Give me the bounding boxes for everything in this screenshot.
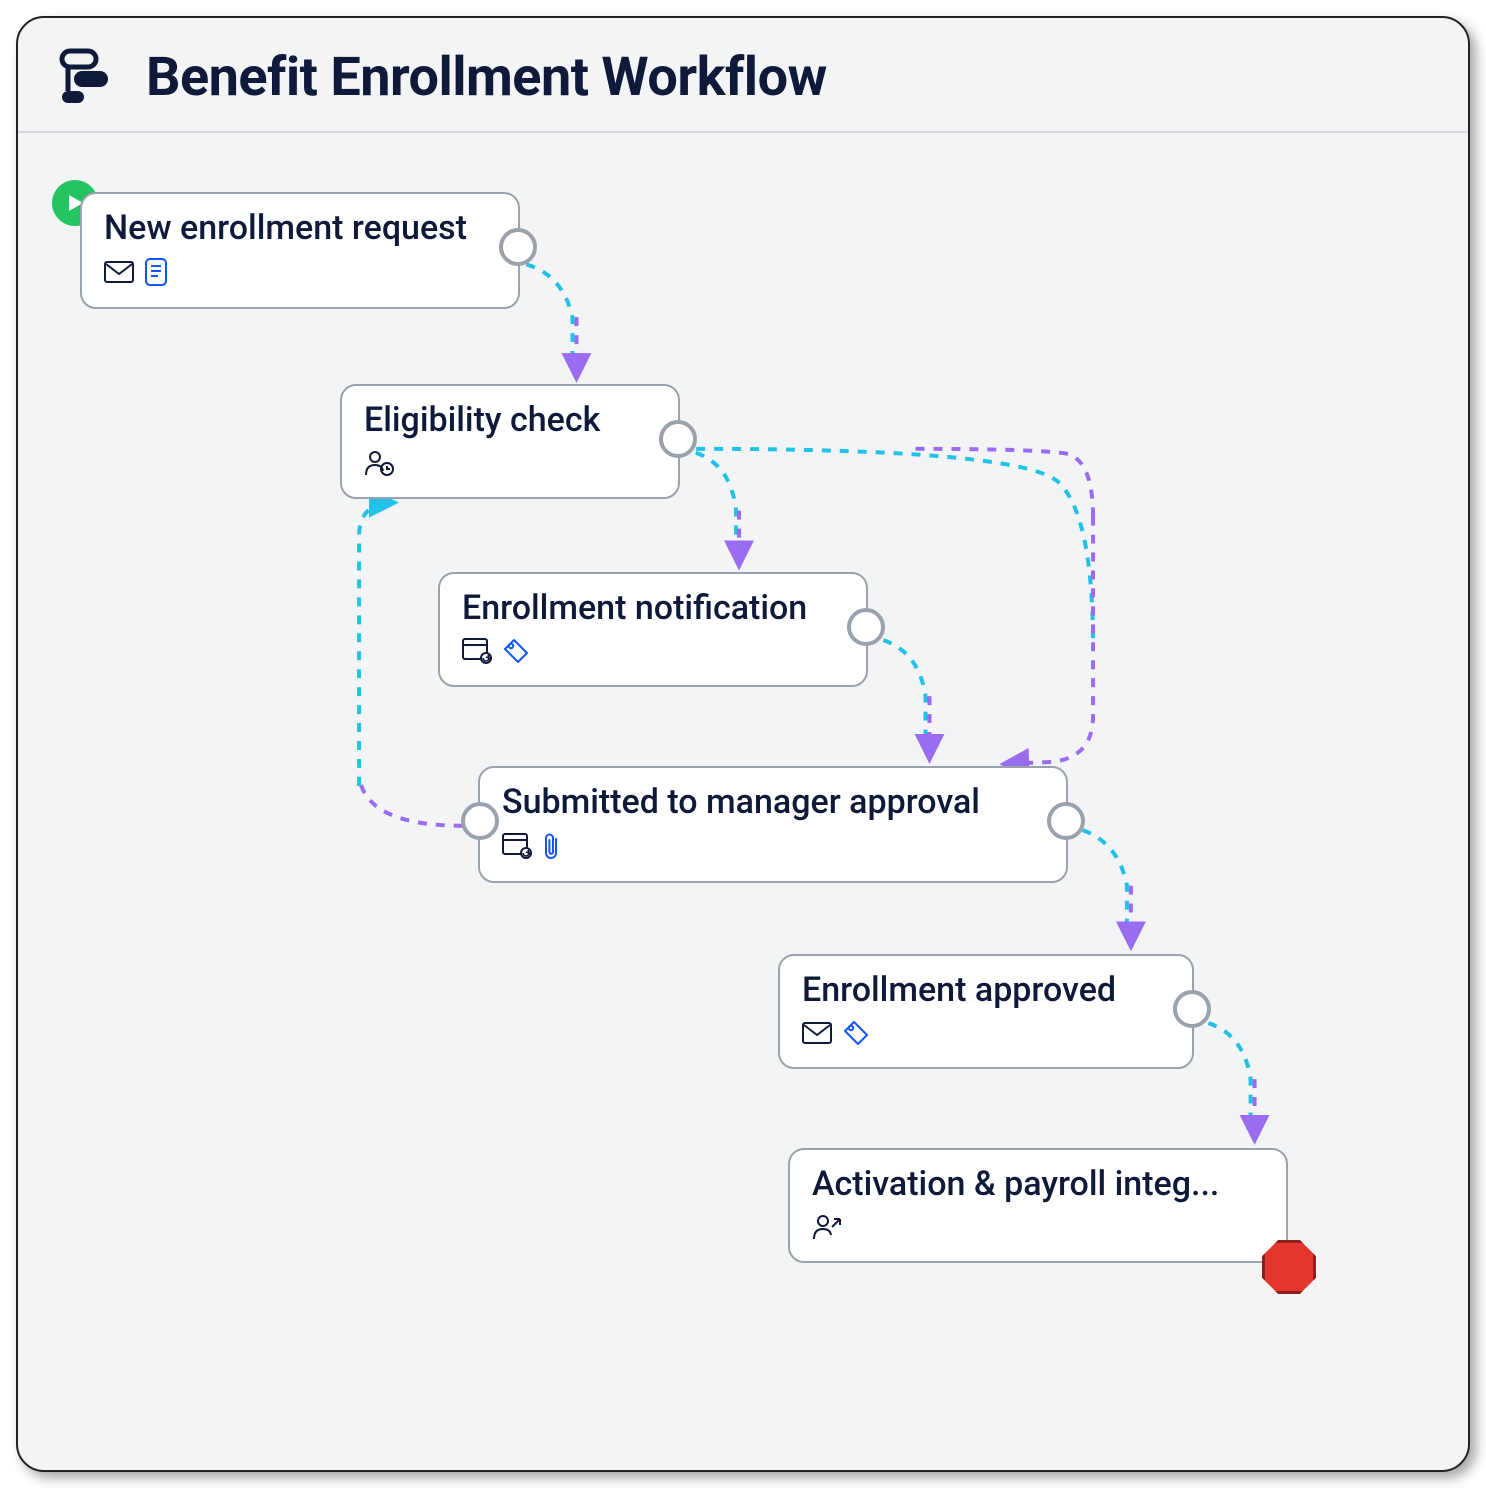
- mail-icon: [802, 1021, 832, 1049]
- edge-n4-n5-cyan: [1065, 826, 1127, 926]
- mail-icon: [104, 260, 134, 288]
- node-icons: [104, 257, 496, 291]
- node-label: Enrollment notification: [462, 588, 844, 629]
- webform-add-icon: [502, 833, 532, 863]
- person-share-icon: [812, 1213, 842, 1245]
- node-icons: [812, 1213, 1264, 1245]
- person-clock-icon: [364, 449, 394, 481]
- node-icons: [462, 637, 844, 669]
- node-label: Eligibility check: [364, 400, 656, 441]
- edge-n5-n6-cyan: [1191, 1019, 1251, 1119]
- tag-icon: [842, 1019, 870, 1051]
- edge-n2-n4-purple: [916, 449, 1094, 764]
- node-enrollment-notification[interactable]: Enrollment notification: [438, 572, 868, 687]
- node-out-port[interactable]: [1047, 802, 1085, 840]
- node-return-port[interactable]: [461, 802, 499, 840]
- edge-n3-n4-cyan: [866, 636, 926, 736]
- panel-title: Benefit Enrollment Workflow: [146, 46, 827, 109]
- edge-n4-n2-cyan: [359, 503, 393, 786]
- workflow-icon: [58, 47, 122, 109]
- node-icons: [502, 831, 1044, 865]
- node-icons: [364, 449, 656, 481]
- node-label: Enrollment approved: [802, 970, 1170, 1011]
- node-label: New enrollment request: [104, 208, 496, 249]
- node-label: Activation & payroll integ...: [812, 1164, 1264, 1205]
- edge-n2-n3-cyan: [678, 449, 736, 545]
- node-submitted-manager-approval[interactable]: Submitted to manager approval: [478, 766, 1068, 883]
- node-enrollment-approved[interactable]: Enrollment approved: [778, 954, 1194, 1069]
- node-out-port[interactable]: [499, 228, 537, 266]
- node-out-port[interactable]: [659, 420, 697, 458]
- webform-add-icon: [462, 638, 492, 668]
- node-eligibility-check[interactable]: Eligibility check: [340, 384, 680, 499]
- node-out-port[interactable]: [1173, 990, 1211, 1028]
- form-icon: [144, 257, 168, 291]
- node-label: Submitted to manager approval: [502, 782, 1044, 823]
- node-new-enrollment-request[interactable]: New enrollment request: [80, 192, 520, 309]
- tag-icon: [502, 637, 530, 669]
- paperclip-icon: [542, 831, 562, 865]
- workflow-panel: Benefit Enrollment Workflow: [16, 16, 1470, 1472]
- node-activation-payroll-integration[interactable]: Activation & payroll integ...: [788, 1148, 1288, 1263]
- node-out-port[interactable]: [847, 608, 885, 646]
- panel-header: Benefit Enrollment Workflow: [18, 18, 1468, 133]
- node-icons: [802, 1019, 1170, 1051]
- edge-n4-n2-purple: [359, 776, 463, 826]
